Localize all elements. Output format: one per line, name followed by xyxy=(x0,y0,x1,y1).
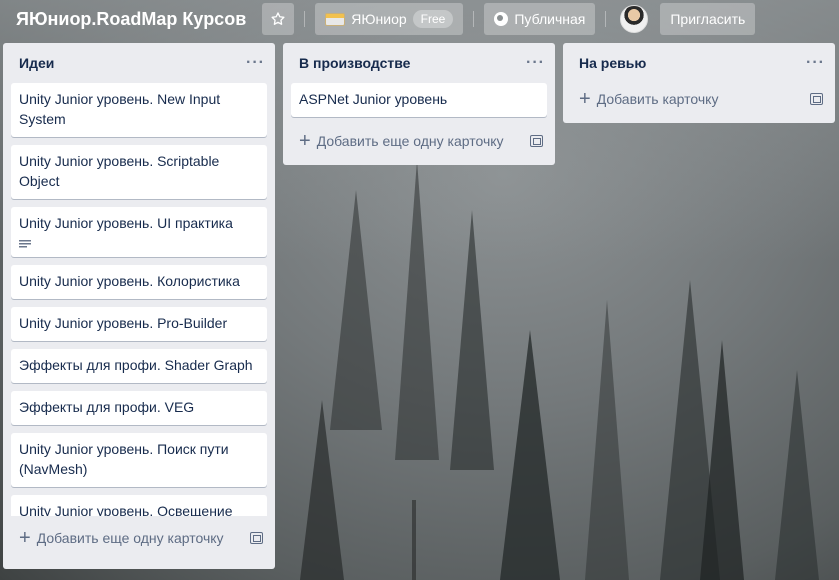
list-menu-icon[interactable]: ··· xyxy=(526,54,545,72)
add-card-row: + Добавить карточку xyxy=(571,83,827,115)
tree-trunk xyxy=(412,500,416,580)
card-container: Unity Junior уровень. New Input System U… xyxy=(11,83,267,516)
description-icon xyxy=(19,239,31,249)
list-header: Идеи ··· xyxy=(11,43,267,83)
card-template-icon[interactable] xyxy=(810,93,823,105)
team-icon xyxy=(325,12,346,26)
tree-silhouette xyxy=(330,190,382,430)
board-title[interactable]: ЯЮниор.RoadMap Курсов xyxy=(14,5,248,34)
team-button[interactable]: ЯЮниор Free xyxy=(315,3,464,35)
card[interactable]: Эффекты для профи. Shader Graph xyxy=(11,349,267,383)
add-card-label: Добавить еще одну карточку xyxy=(36,530,224,546)
list-in-production: В производстве ··· ASPNet Junior уровень… xyxy=(283,43,555,165)
list-header: В производстве ··· xyxy=(291,43,547,83)
card-template-icon[interactable] xyxy=(530,135,543,147)
card-title: Unity Junior уровень. Колористика xyxy=(19,273,240,289)
star-icon xyxy=(271,12,285,25)
list-title[interactable]: В производстве xyxy=(299,55,410,71)
list-menu-icon[interactable]: ··· xyxy=(806,54,825,72)
card-title: Эффекты для профи. VEG xyxy=(19,399,195,415)
plus-icon: + xyxy=(579,88,591,110)
add-card-button[interactable]: + Добавить еще одну карточку xyxy=(299,130,504,152)
tree-silhouette xyxy=(585,300,629,580)
visibility-button[interactable]: Публичная xyxy=(484,3,596,35)
divider xyxy=(304,11,306,27)
card-title: Unity Junior уровень. UI практика xyxy=(19,215,233,231)
tree-silhouette xyxy=(300,400,344,580)
card[interactable]: Unity Junior уровень. Scriptable Object xyxy=(11,145,267,199)
card[interactable]: Unity Junior уровень. Pro-Builder xyxy=(11,307,267,341)
invite-button[interactable]: Пригласить xyxy=(660,3,756,35)
add-card-button[interactable]: + Добавить еще одну карточку xyxy=(19,527,224,549)
card[interactable]: Unity Junior уровень. Поиск пути (NavMes… xyxy=(11,433,267,487)
add-card-label: Добавить карточку xyxy=(596,91,719,107)
tree-silhouette xyxy=(775,370,819,580)
list-header: На ревью ··· xyxy=(571,43,827,83)
add-card-row: + Добавить еще одну карточку xyxy=(11,522,267,554)
add-card-row: + Добавить еще одну карточку xyxy=(291,125,547,157)
card-title: Unity Junior уровень. New Input System xyxy=(19,91,221,127)
card[interactable]: Unity Junior уровень. New Input System xyxy=(11,83,267,137)
divider xyxy=(473,11,475,27)
divider xyxy=(605,11,607,27)
card-title: Unity Junior уровень. Поиск пути (NavMes… xyxy=(19,441,229,477)
list-title[interactable]: На ревью xyxy=(579,55,646,71)
card-title: Unity Junior уровень. Освещение xyxy=(19,503,233,516)
card[interactable]: ASPNet Junior уровень xyxy=(291,83,547,117)
card-title: Unity Junior уровень. Scriptable Object xyxy=(19,153,220,189)
visibility-label: Публичная xyxy=(514,11,586,27)
plus-icon: + xyxy=(19,527,31,549)
tree-silhouette xyxy=(450,210,494,470)
list-on-review: На ревью ··· + Добавить карточку xyxy=(563,43,835,123)
globe-icon xyxy=(494,12,509,26)
avatar[interactable] xyxy=(620,5,649,33)
tree-silhouette xyxy=(395,160,439,460)
list-menu-icon[interactable]: ··· xyxy=(246,54,265,72)
card[interactable]: Unity Junior уровень. UI практика xyxy=(11,207,267,257)
plan-badge: Free xyxy=(412,10,454,28)
card-title: Unity Junior уровень. Pro-Builder xyxy=(19,315,228,331)
card-title: Эффекты для профи. Shader Graph xyxy=(19,357,253,373)
card-title: ASPNet Junior уровень xyxy=(299,91,448,107)
star-button[interactable] xyxy=(262,3,295,35)
plus-icon: + xyxy=(299,130,311,152)
card[interactable]: Unity Junior уровень. Колористика xyxy=(11,265,267,299)
list-title[interactable]: Идеи xyxy=(19,55,54,71)
add-card-button[interactable]: + Добавить карточку xyxy=(579,88,719,110)
team-name: ЯЮниор xyxy=(351,11,407,27)
add-card-label: Добавить еще одну карточку xyxy=(316,133,504,149)
card[interactable]: Эффекты для профи. VEG xyxy=(11,391,267,425)
tree-silhouette xyxy=(500,330,560,580)
board-header: ЯЮниор.RoadMap Курсов ЯЮниор Free Публич… xyxy=(0,0,839,38)
list-ideas: Идеи ··· Unity Junior уровень. New Input… xyxy=(3,43,275,569)
tree-silhouette xyxy=(700,340,744,580)
card-template-icon[interactable] xyxy=(250,532,263,544)
card[interactable]: Unity Junior уровень. Освещение xyxy=(11,495,267,516)
